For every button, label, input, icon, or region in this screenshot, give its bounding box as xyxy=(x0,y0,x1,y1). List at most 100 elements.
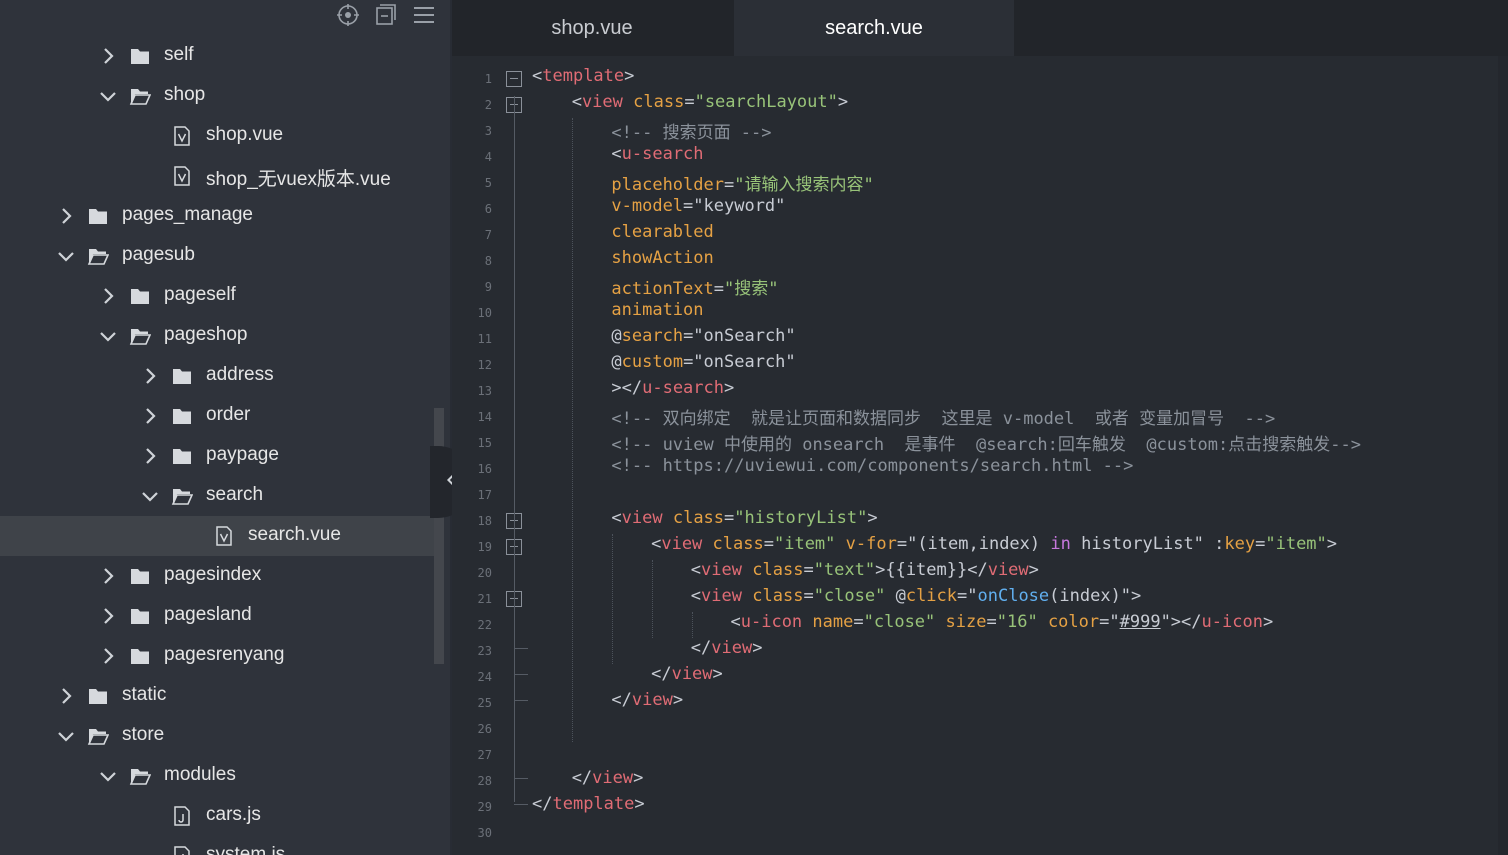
editor-scrollbar[interactable] xyxy=(1498,56,1508,855)
chevron-down-icon[interactable] xyxy=(98,326,118,346)
tree-item-store[interactable]: store xyxy=(0,716,434,756)
vue-file-icon xyxy=(213,525,235,547)
tree-item-search-vue[interactable]: search.vue xyxy=(0,516,434,556)
code-token: showAction xyxy=(611,248,714,268)
menu-icon[interactable] xyxy=(412,3,436,27)
code-token: = xyxy=(723,175,735,195)
chevron-down-icon[interactable] xyxy=(56,246,76,266)
code-line: <template> xyxy=(532,66,634,86)
vue-file-icon xyxy=(171,125,193,147)
chevron-right-icon[interactable] xyxy=(140,366,160,386)
code-token: animation xyxy=(611,300,704,320)
tab-shop-vue[interactable]: shop.vue xyxy=(452,0,732,56)
code-token: "historyList" xyxy=(734,508,868,528)
tree-item-shop-vue[interactable]: shop.vue xyxy=(0,116,434,156)
tree-item-pagesland[interactable]: pagesland xyxy=(0,596,434,636)
tree-item-address[interactable]: address xyxy=(0,356,434,396)
code-token: </ xyxy=(611,690,632,710)
js-file-icon xyxy=(171,805,193,827)
code-token: <!-- uview 中使用的 onsearch 是事件 @search:回车触… xyxy=(611,435,1361,455)
tree-item-pageshop[interactable]: pageshop xyxy=(0,316,434,356)
line-number: 16 xyxy=(477,462,492,476)
tree-item-label: pageshop xyxy=(164,324,248,345)
tree-item-static[interactable]: static xyxy=(0,676,434,716)
chevron-right-icon[interactable] xyxy=(98,646,118,666)
code-token: ="(item,index) xyxy=(896,534,1051,554)
chevron-right-icon[interactable] xyxy=(140,406,160,426)
code-token: < xyxy=(690,586,702,606)
tree-item-shop-vuex-vue[interactable]: shop_无vuex版本.vue xyxy=(0,156,434,196)
chevron-right-icon[interactable] xyxy=(140,446,160,466)
line-number: 10 xyxy=(477,306,492,320)
tree-item-search[interactable]: search xyxy=(0,476,434,516)
chevron-right-icon[interactable] xyxy=(98,46,118,66)
code-token: = xyxy=(763,534,774,554)
folder-icon xyxy=(129,645,151,667)
code-token: search xyxy=(621,326,684,346)
fold-toggle-icon[interactable] xyxy=(506,71,522,87)
tree-item-label: pagesland xyxy=(164,604,252,625)
tree-item-label: pages_manage xyxy=(122,204,253,225)
chevron-right-icon[interactable] xyxy=(98,566,118,586)
code-token: = xyxy=(853,612,864,632)
tab-search-vue[interactable]: search.vue xyxy=(734,0,1014,56)
tree-item-order[interactable]: order xyxy=(0,396,434,436)
tree-item-pageself[interactable]: pageself xyxy=(0,276,434,316)
line-number: 28 xyxy=(477,774,492,788)
tree-item-pagesindex[interactable]: pagesindex xyxy=(0,556,434,596)
folder-icon xyxy=(171,445,193,467)
folder-open-icon xyxy=(129,765,152,787)
code-line: <view class="historyList"> xyxy=(611,508,877,528)
chevron-right-icon[interactable] xyxy=(56,686,76,706)
code-line: actionText="搜索" xyxy=(611,274,778,299)
folder-open-icon xyxy=(129,85,152,107)
chevron-right-icon[interactable] xyxy=(56,206,76,226)
chevron-down-icon[interactable] xyxy=(98,86,118,106)
line-number: 19 xyxy=(477,540,492,554)
line-number: 13 xyxy=(477,384,492,398)
fold-end-marker xyxy=(514,674,528,675)
chevron-right-icon[interactable] xyxy=(98,606,118,626)
chevron-down-icon[interactable] xyxy=(98,766,118,786)
code-token: > xyxy=(634,794,645,814)
code-line: </view> xyxy=(611,690,683,710)
tree-item-shop[interactable]: shop xyxy=(0,76,434,116)
code-token: view xyxy=(592,768,634,788)
line-number: 14 xyxy=(477,410,492,424)
tree-item-pagesub[interactable]: pagesub xyxy=(0,236,434,276)
tree-item-label: address xyxy=(206,364,274,385)
code-token: key xyxy=(1224,534,1256,554)
code-line: placeholder="请输入搜索内容" xyxy=(611,170,873,195)
code-token: view xyxy=(621,508,663,528)
target-icon[interactable] xyxy=(336,3,360,27)
collapse-all-icon[interactable] xyxy=(374,3,398,27)
tree-item-self[interactable]: self xyxy=(0,36,434,76)
line-number: 12 xyxy=(477,358,492,372)
tree-item-paypage[interactable]: paypage xyxy=(0,436,434,476)
code-token: "item" xyxy=(1265,534,1327,554)
chevron-down-icon[interactable] xyxy=(56,726,76,746)
folder-icon xyxy=(87,685,109,707)
code-token: </ xyxy=(690,638,712,658)
tree-item-label: pagesindex xyxy=(164,564,262,585)
code-token: = xyxy=(803,560,814,580)
code-token: @ xyxy=(885,586,906,606)
folder-icon xyxy=(129,565,151,587)
chevron-down-icon[interactable] xyxy=(140,486,160,506)
chevron-right-icon[interactable] xyxy=(98,286,118,306)
code-line: v-model="keyword" xyxy=(611,196,785,216)
code-token: class xyxy=(633,92,685,112)
folder-icon xyxy=(87,205,109,227)
code-token: template xyxy=(542,66,625,86)
tree-item-cars-js[interactable]: cars.js xyxy=(0,796,434,836)
tree-item-modules[interactable]: modules xyxy=(0,756,434,796)
code-token: < xyxy=(571,92,582,112)
tree-item-system-js[interactable]: system.js xyxy=(0,836,434,855)
code-token: size xyxy=(945,612,987,632)
code-token: = xyxy=(724,508,735,528)
code-token: > xyxy=(752,638,763,658)
code-token: > xyxy=(1028,560,1039,580)
tree-item-pagesrenyang[interactable]: pagesrenyang xyxy=(0,636,434,676)
tree-item-pages-manage[interactable]: pages_manage xyxy=(0,196,434,236)
